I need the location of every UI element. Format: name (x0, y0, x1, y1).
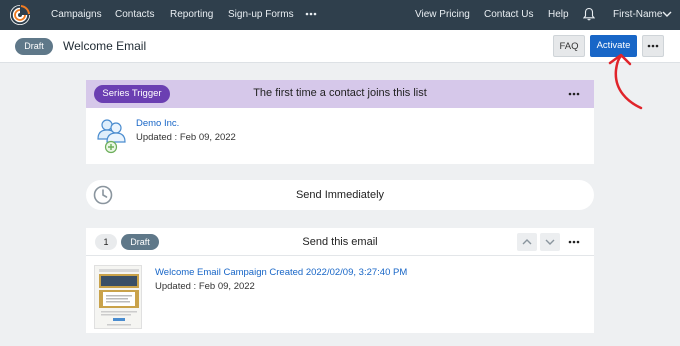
nav-signup-forms[interactable]: Sign-up Forms (228, 0, 294, 30)
faq-button[interactable]: FAQ (553, 35, 585, 57)
contact-list-link[interactable]: Demo Inc. (136, 118, 179, 129)
send-timing-card[interactable]: Send Immediately (86, 180, 594, 210)
nav-contact-us[interactable]: Contact Us (484, 0, 533, 30)
nav-reporting[interactable]: Reporting (170, 0, 213, 30)
more-horizontal-icon[interactable] (305, 8, 317, 20)
more-horizontal-icon[interactable] (568, 92, 580, 96)
move-up-button[interactable] (517, 233, 537, 251)
trigger-updated-date: Updated : Feb 09, 2022 (136, 132, 236, 143)
chevron-down-icon (545, 239, 555, 245)
email-thumbnail[interactable] (94, 265, 142, 329)
page-header: Draft Welcome Email FAQ Activate (0, 30, 680, 63)
bell-icon[interactable] (583, 7, 595, 21)
email-preview-image (95, 266, 141, 328)
user-menu[interactable]: First-Name (613, 0, 662, 30)
nav-help[interactable]: Help (548, 0, 569, 30)
constant-contact-logo[interactable] (9, 4, 31, 26)
chevron-down-icon[interactable] (662, 10, 672, 18)
more-horizontal-icon (647, 44, 659, 48)
page-title: Welcome Email (63, 39, 147, 53)
nav-view-pricing[interactable]: View Pricing (415, 0, 470, 30)
nav-contacts[interactable]: Contacts (115, 0, 154, 30)
contact-list-icon (97, 119, 126, 154)
email-step-header: 1 Draft Send this email (86, 228, 594, 256)
trigger-title: The first time a contact joins this list (253, 87, 427, 99)
email-campaign-link[interactable]: Welcome Email Campaign Created 2022/02/0… (155, 267, 407, 278)
email-updated-date: Updated : Feb 09, 2022 (155, 281, 255, 292)
annotation-arrow-icon (608, 53, 643, 110)
trigger-header: Series Trigger The first time a contact … (86, 80, 594, 108)
move-down-button[interactable] (540, 233, 560, 251)
series-trigger-card: Series Trigger The first time a contact … (86, 80, 594, 164)
more-horizontal-icon[interactable] (568, 240, 580, 244)
chevron-up-icon (522, 239, 532, 245)
top-navigation: Campaigns Contacts Reporting Sign-up For… (0, 0, 680, 30)
nav-campaigns[interactable]: Campaigns (51, 0, 102, 30)
status-badge: Draft (15, 38, 53, 55)
email-step-card: 1 Draft Send this email Welcome Email Ca… (86, 228, 594, 333)
send-timing-label: Send Immediately (295, 189, 385, 201)
